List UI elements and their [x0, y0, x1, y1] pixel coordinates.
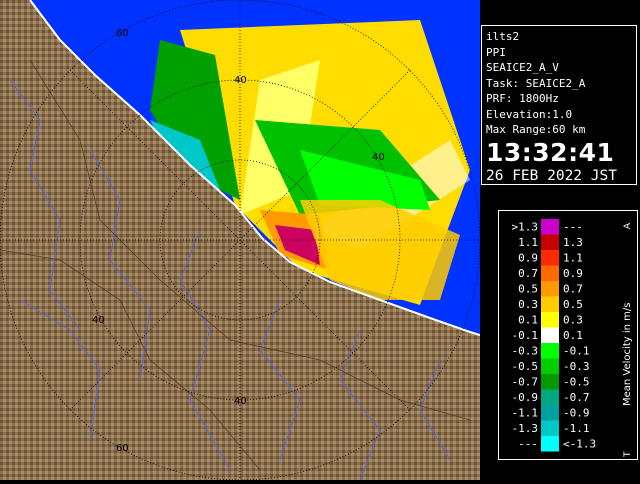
legend-lower-label: -0.3: [512, 345, 539, 358]
legend-swatch: [541, 343, 559, 359]
legend-lower-label: 0.5: [518, 283, 538, 296]
product-name: SEAICE2_A_V: [486, 61, 559, 74]
legend-lower-label: 0.1: [518, 314, 538, 327]
legend-swatch: [541, 296, 559, 312]
legend-lower-label: -0.5: [512, 360, 539, 373]
velocity-legend: >1.3 --- 1.1 1.3 0.9 1.1 0.7 0.9 0.5 0.7 0.3 0.5 0.1…: [498, 210, 638, 460]
legend-upper-label: -0.5: [563, 376, 590, 389]
max-range-value: Max Range:60 km: [486, 123, 586, 136]
scan-info-box: ilts2 PPI SEAICE2_A_V Task: SEAICE2_A PR…: [481, 25, 637, 185]
radar-ppi-map: 60 40 40 40 40 60: [0, 0, 481, 481]
legend-swatch: [541, 312, 559, 328]
legend-swatch: [541, 265, 559, 281]
legend-swatch: [541, 405, 559, 421]
legend-swatch: [541, 389, 559, 405]
legend-lower-label: 1.1: [518, 236, 538, 249]
range-label-40-s: 40: [234, 396, 247, 407]
legend-title: Mean Velocity in m/s: [622, 303, 633, 406]
range-label-40-w: 40: [92, 315, 105, 326]
legend-swatch: [541, 219, 559, 235]
task-name: Task: SEAICE2_A: [486, 76, 586, 90]
range-label-40-e: 40: [372, 152, 385, 163]
site-name: ilts2: [486, 30, 520, 43]
legend-swatch: [541, 234, 559, 250]
legend-swatch: [541, 358, 559, 374]
legend-upper-label: 0.1: [563, 329, 583, 342]
legend-swatch: [541, 420, 559, 436]
prf-value: PRF: 1800Hz: [486, 92, 559, 105]
legend-lower-label: 0.3: [518, 298, 538, 311]
elevation-value: Elevation:1.0: [486, 107, 573, 121]
legend-lower-label: 0.7: [518, 267, 538, 280]
legend-swatch: [541, 374, 559, 390]
legend-upper-label: ---: [563, 221, 583, 234]
range-label-60-sw: 60: [116, 443, 129, 454]
legend-lower-label: -0.7: [512, 376, 539, 389]
scan-time: 13:32:41: [486, 137, 615, 167]
range-label-40-n: 40: [234, 75, 247, 86]
legend-lower-label: 0.9: [518, 252, 538, 265]
legend-upper-label: 0.5: [563, 298, 583, 311]
legend-lower-label: -0.1: [512, 329, 539, 342]
legend-upper-label: -0.9: [563, 407, 590, 420]
legend-upper-label: 0.7: [563, 283, 583, 296]
legend-lower-label: ---: [518, 438, 538, 451]
radar-map-canvas: 60 40 40 40 40 60: [0, 0, 481, 481]
legend-upper-label: 1.1: [563, 252, 583, 265]
legend-upper-label: -0.1: [563, 345, 590, 358]
legend-top-marker: A: [623, 222, 633, 229]
legend-lower-label: >1.3: [512, 221, 539, 234]
legend-bottom-marker: T: [623, 451, 633, 458]
legend-upper-label: 1.3: [563, 236, 583, 249]
legend-swatch: [541, 327, 559, 343]
legend-upper-label: -0.7: [563, 391, 590, 404]
product-type: PPI: [486, 45, 506, 59]
legend-upper-label: -0.3: [563, 360, 590, 373]
legend-upper-label: 0.3: [563, 314, 583, 327]
legend-swatch: [541, 281, 559, 297]
legend-lower-label: -1.1: [512, 407, 539, 420]
legend-upper-label: <-1.3: [563, 438, 596, 451]
legend-upper-label: -1.1: [563, 422, 590, 435]
legend-lower-label: -1.3: [512, 422, 539, 435]
scan-date: 26 FEB 2022 JST: [486, 167, 617, 184]
info-panel: ilts2 PPI SEAICE2_A_V Task: SEAICE2_A PR…: [480, 0, 640, 480]
range-label-60-nw: 60: [116, 28, 129, 39]
legend-upper-label: 0.9: [563, 267, 583, 280]
legend-lower-label: -0.9: [512, 391, 539, 404]
legend-swatch: [541, 436, 559, 452]
legend-canvas: >1.3 --- 1.1 1.3 0.9 1.1 0.7 0.9 0.5 0.7 0.3 0.5 0.1…: [512, 219, 633, 458]
legend-swatch: [541, 250, 559, 266]
